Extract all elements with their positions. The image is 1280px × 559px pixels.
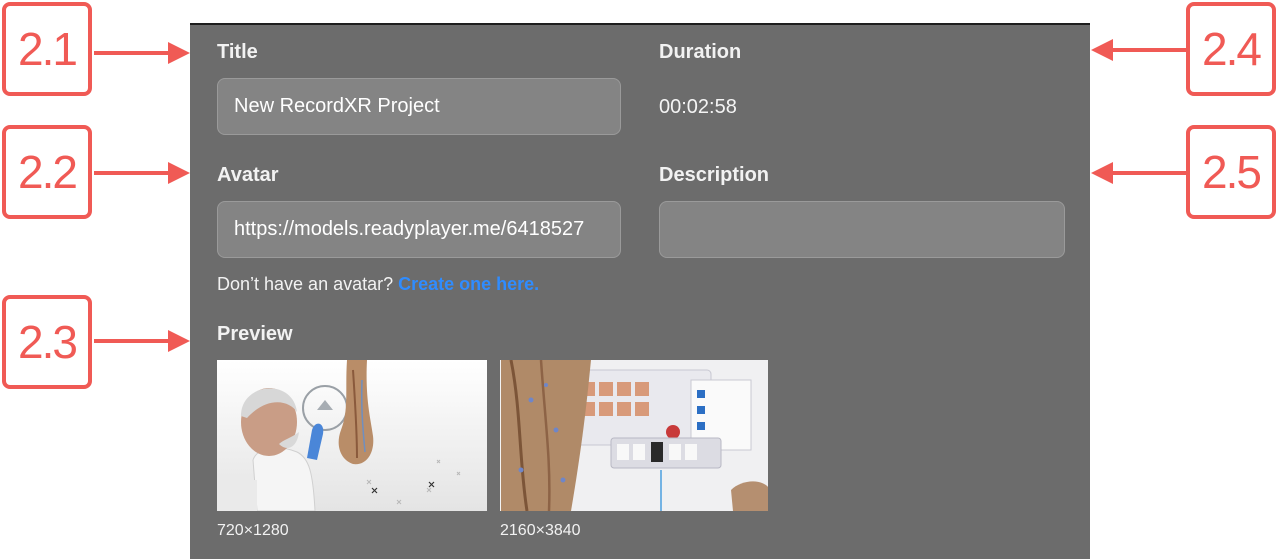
preview-label: Preview — [217, 323, 293, 345]
preview-image-anatomy — [501, 360, 768, 511]
callout-2-3: 2.3 — [2, 295, 92, 389]
avatar-label: Avatar — [217, 164, 279, 186]
thumbnail-1-resolution: 720×1280 — [217, 522, 289, 539]
arrow-right-icon — [94, 330, 190, 352]
preview-thumbnail-landscape[interactable] — [500, 360, 768, 511]
avatar-hint-text: Don’t have an avatar? — [217, 274, 399, 294]
callout-2-2: 2.2 — [2, 125, 92, 219]
preview-image-avatar — [217, 360, 487, 511]
duration-value: 00:02:58 — [659, 96, 737, 118]
thumbnail-2-resolution: 2160×3840 — [500, 522, 581, 539]
callout-2-1: 2.1 — [2, 2, 92, 96]
avatar-url-input[interactable] — [217, 201, 621, 258]
arrow-left-icon — [1091, 162, 1187, 184]
callout-2-5: 2.5 — [1186, 125, 1276, 219]
preview-thumbnail-portrait[interactable] — [217, 360, 487, 511]
description-label: Description — [659, 164, 770, 186]
arrow-right-icon — [94, 162, 190, 184]
callout-2-4: 2.4 — [1186, 2, 1276, 96]
arrow-left-icon — [1091, 39, 1187, 61]
title-input[interactable] — [217, 78, 621, 135]
duration-label: Duration — [659, 41, 742, 63]
project-settings-panel: Title Duration 00:02:58 Avatar Don’t hav… — [190, 23, 1090, 559]
title-label: Title — [217, 41, 258, 63]
description-input[interactable] — [659, 201, 1065, 258]
avatar-hint: Don’t have an avatar? Create one here. — [217, 274, 539, 295]
arrow-right-icon — [94, 42, 190, 64]
create-avatar-link[interactable]: Create one here. — [398, 274, 539, 294]
